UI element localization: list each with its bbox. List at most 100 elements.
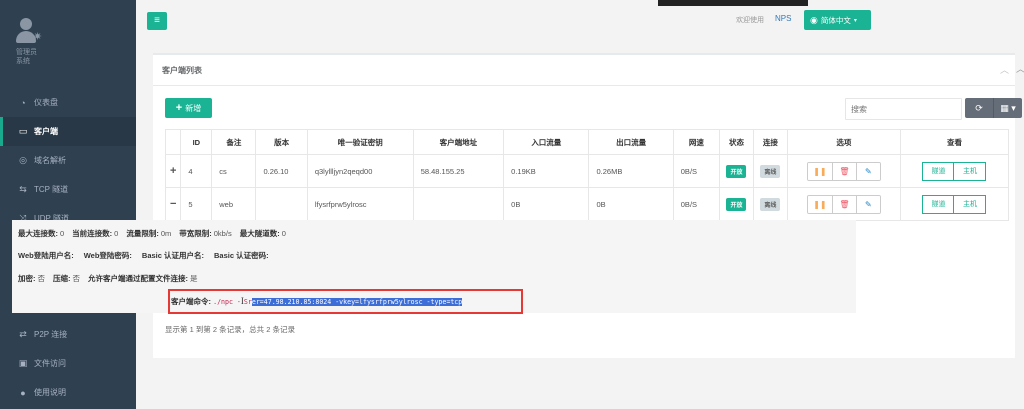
add-label: 新增 — [185, 103, 202, 113]
column-header[interactable]: 网速 — [672, 129, 721, 155]
tunnel-button[interactable]: 隧道 — [922, 161, 955, 181]
cell-speed: 0B/S — [672, 187, 721, 221]
options-group: ❚❚ 🗑 ✎ — [806, 194, 881, 214]
language-label: 简体中文 — [820, 15, 851, 25]
pause-icon[interactable]: ❚❚ — [807, 162, 832, 180]
row-expand-toggle[interactable]: − — [164, 187, 182, 221]
cell-view: 隧道 主机 — [899, 187, 1010, 221]
brand-link[interactable]: NPS — [775, 14, 791, 23]
monitor-icon: ▭ — [18, 126, 28, 136]
profile-name: 管理员 — [16, 49, 37, 56]
sidebar-item-9[interactable]: ▣ 文件访问 — [0, 349, 136, 378]
pause-icon[interactable]: ❚❚ — [807, 195, 832, 213]
cell-version: 0.26.10 — [255, 154, 308, 188]
column-header[interactable]: 出口流量 — [588, 129, 674, 155]
cell-remark: cs — [211, 154, 257, 188]
cell-id: 5 — [180, 187, 213, 221]
detail-key: Basic 认证用户名: — [141, 251, 205, 260]
sidebar-item-label: 使用说明 — [34, 388, 66, 397]
cell-address — [412, 187, 505, 221]
sidebar-item-2[interactable]: ◎ 域名解析 — [0, 146, 136, 175]
edit-icon[interactable]: ✎ — [855, 195, 880, 213]
column-header[interactable]: 入口流量 — [503, 129, 590, 155]
trash-icon[interactable]: 🗑 — [831, 162, 856, 180]
detail-key: 压缩: — [53, 274, 71, 283]
cell-inflow: 0.19KB — [503, 154, 590, 188]
detail-auth: Web登陆用户名: Web登陆密码: Basic 认证用户名: Basic 认证密码: — [18, 250, 279, 261]
sidebar-item-label: 仪表盘 — [34, 98, 58, 107]
bars-icon: ≡ — [154, 15, 160, 26]
columns-icon[interactable]: ▦ ▾ — [993, 98, 1022, 118]
sidebar-item-label: 文件访问 — [34, 359, 66, 368]
file-icon: ▣ — [18, 358, 28, 368]
column-header[interactable]: 选项 — [786, 129, 901, 155]
profile-role: 系统 — [16, 58, 30, 65]
globe-icon: ◎ — [19, 155, 27, 165]
info-icon: ● — [20, 387, 26, 398]
sidebar-item-10[interactable]: ● 使用说明 — [0, 378, 136, 407]
tunnel-button[interactable]: 隧道 — [922, 194, 955, 214]
detail-value: 0kb/s — [213, 229, 232, 238]
edit-icon[interactable]: ✎ — [855, 162, 880, 180]
sidebar: ✷ 管理员 系统 ◔仪表盘▭客户端◎域名解析⇆TCP 隧道⤨UDP 隧道▤HTT… — [0, 0, 136, 409]
sidebar-item-3[interactable]: ⇆ TCP 隧道 — [0, 175, 136, 204]
column-header[interactable]: ID — [180, 129, 213, 155]
client-command[interactable]: 客户端命令: ./npc -ISrer=47.98.210.85:8024 -v… — [171, 296, 463, 307]
detail-key: 加密: — [18, 274, 36, 283]
cell-vkey: q3lyllljyn2qeqd00 — [306, 154, 414, 188]
detail-flags: 加密: 否压缩: 否允许客户端通过配置文件连接: 是 — [18, 273, 206, 284]
plus-icon: + — [175, 102, 183, 114]
cell-view: 隧道 主机 — [899, 154, 1010, 188]
sidebar-item-1[interactable]: ▭ 客户端 — [0, 117, 136, 146]
column-header[interactable]: 版本 — [255, 129, 308, 155]
search-input[interactable] — [845, 98, 962, 120]
sidebar-item-0[interactable]: ◔ 仪表盘 — [0, 88, 136, 117]
trash-icon[interactable]: 🗑 — [831, 195, 856, 213]
row-expand-toggle[interactable]: + — [164, 154, 182, 188]
cell-inflow: 0B — [503, 187, 590, 221]
topbar: ≡ — [136, 0, 1024, 44]
column-header[interactable]: 连接 — [752, 129, 788, 155]
command-text[interactable]: ./npc -ISrer=47.98.210.85:8024 -vkey=lfy… — [213, 296, 463, 306]
column-header[interactable]: 查看 — [899, 129, 1010, 155]
detail-key: 最大隧道数: — [239, 229, 280, 238]
status-badge: 开放 — [726, 197, 747, 211]
cell-address: 58.48.155.25 — [412, 154, 505, 188]
detail-value: 0 — [60, 229, 65, 238]
retweet-icon: ⇆ — [19, 184, 27, 194]
view-group: 隧道 主机 — [922, 194, 987, 214]
menu-toggle-button[interactable]: ≡ — [147, 12, 167, 30]
chevron-up-icon[interactable]: ︿ — [1016, 62, 1024, 75]
column-header[interactable]: 状态 — [719, 129, 754, 155]
cell-id: 4 — [180, 154, 213, 188]
pagination-info: 显示第 1 到第 2 条记录，总共 2 条记录 — [165, 325, 296, 334]
status-badge: 开放 — [726, 164, 747, 178]
chevron-up-icon[interactable]: ︿ — [1000, 63, 1009, 76]
user-gear-icon: ✷ — [16, 18, 44, 44]
top-overlay-strip — [658, 0, 808, 6]
column-header[interactable]: 备注 — [211, 129, 257, 155]
sidebar-item-label: 客户端 — [34, 127, 58, 136]
panel-title: 客户端列表 — [162, 66, 202, 75]
detail-key: Basic 认证密码: — [214, 251, 269, 260]
column-header[interactable] — [164, 129, 182, 155]
detail-value: 0m — [160, 229, 172, 238]
add-client-button[interactable]: + 新增 — [165, 98, 212, 118]
dashboard-icon: ◔ — [20, 97, 26, 108]
sidebar-item-8[interactable]: ⇄ P2P 连接 — [0, 320, 136, 349]
column-header[interactable]: 客户端地址 — [412, 129, 505, 155]
globe-icon: ◉ — [810, 14, 818, 25]
column-header[interactable]: 唯一验证密钥 — [306, 129, 414, 155]
language-dropdown-button[interactable]: ◉ 简体中文 ▾ — [804, 10, 871, 30]
selected-command: er=47.98.210.85:8024 -vkey=lfysrfprw5ylr… — [251, 298, 463, 306]
detail-value: 否 — [72, 274, 81, 283]
cell-version — [255, 187, 308, 221]
cell-connection: 离线 — [752, 187, 788, 221]
command-label: 客户端命令: — [171, 297, 211, 306]
host-button[interactable]: 主机 — [954, 194, 987, 214]
cell-options: ❚❚ 🗑 ✎ — [786, 187, 901, 221]
host-button[interactable]: 主机 — [954, 161, 987, 181]
detail-key: 当前连接数: — [72, 229, 113, 238]
refresh-icon[interactable]: ⟳ — [965, 98, 993, 118]
options-group: ❚❚ 🗑 ✎ — [806, 161, 881, 181]
